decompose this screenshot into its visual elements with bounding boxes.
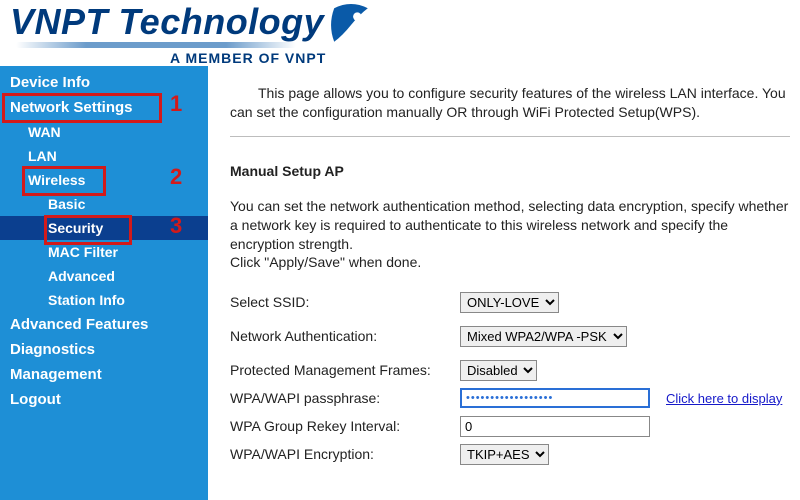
sidebar-item-label: LAN <box>28 148 57 164</box>
sidebar-item-label: Wireless <box>28 172 85 188</box>
passphrase-label: WPA/WAPI passphrase: <box>230 390 460 406</box>
sidebar-item-label: Advanced <box>48 268 115 284</box>
sidebar-item-label: Security <box>48 220 103 236</box>
sidebar-item-logout[interactable]: Logout <box>0 387 208 412</box>
section-desc: You can set the network authentication m… <box>230 197 790 273</box>
header: VNPT Technology A MEMBER OF VNPT <box>0 0 800 66</box>
encryption-select[interactable]: TKIP+AES <box>460 444 549 465</box>
sidebar-item-label: WAN <box>28 124 61 140</box>
brand-underline <box>16 42 296 48</box>
sidebar-item-label: MAC Filter <box>48 244 118 260</box>
rekey-input[interactable] <box>460 416 650 437</box>
sidebar-item-label: Basic <box>48 196 85 212</box>
sidebar-item-station-info[interactable]: Station Info <box>0 288 208 312</box>
annotation-1: 1 <box>170 91 182 117</box>
intro-text: This page allows you to configure securi… <box>230 84 790 122</box>
section-title: Manual Setup AP <box>230 163 790 179</box>
sidebar-item-label: Network Settings <box>10 99 133 116</box>
encryption-label: WPA/WAPI Encryption: <box>230 446 460 462</box>
divider <box>230 136 790 137</box>
annotation-2: 2 <box>170 164 182 190</box>
sidebar-item-mac-filter[interactable]: MAC Filter <box>0 240 208 264</box>
passphrase-input[interactable] <box>460 388 650 408</box>
sidebar-item-label: Station Info <box>48 292 125 308</box>
sidebar-item-label: Advanced Features <box>10 316 148 333</box>
sidebar-item-diagnostics[interactable]: Diagnostics <box>0 337 208 362</box>
sidebar-item-advanced[interactable]: Advanced <box>0 264 208 288</box>
sidebar-item-advanced-features[interactable]: Advanced Features <box>0 312 208 337</box>
brand-logo-icon <box>330 4 372 46</box>
sidebar-item-wan[interactable]: WAN <box>0 120 208 144</box>
display-passphrase-link[interactable]: Click here to display <box>666 391 782 406</box>
ssid-label: Select SSID: <box>230 294 460 310</box>
sidebar: Device Info Network Settings 1 WAN LAN Wirele… <box>0 66 208 500</box>
sidebar-item-label: Device Info <box>10 74 90 91</box>
content-panel: This page allows you to configure securi… <box>208 66 800 500</box>
auth-select[interactable]: Mixed WPA2/WPA -PSK <box>460 326 627 347</box>
sidebar-item-label: Diagnostics <box>10 341 95 358</box>
brand-sub: A MEMBER OF VNPT <box>170 50 790 66</box>
brand-name: VNPT Technology <box>10 4 324 40</box>
pmf-select[interactable]: Disabled <box>460 360 537 381</box>
ssid-select[interactable]: ONLY-LOVE <box>460 292 559 313</box>
sidebar-item-label: Management <box>10 366 102 383</box>
brand: VNPT Technology <box>10 4 790 48</box>
sidebar-item-management[interactable]: Management <box>0 362 208 387</box>
rekey-label: WPA Group Rekey Interval: <box>230 418 460 434</box>
sidebar-item-label: Logout <box>10 391 61 408</box>
auth-label: Network Authentication: <box>230 328 460 344</box>
annotation-3: 3 <box>170 213 182 239</box>
pmf-label: Protected Management Frames: <box>230 362 460 378</box>
